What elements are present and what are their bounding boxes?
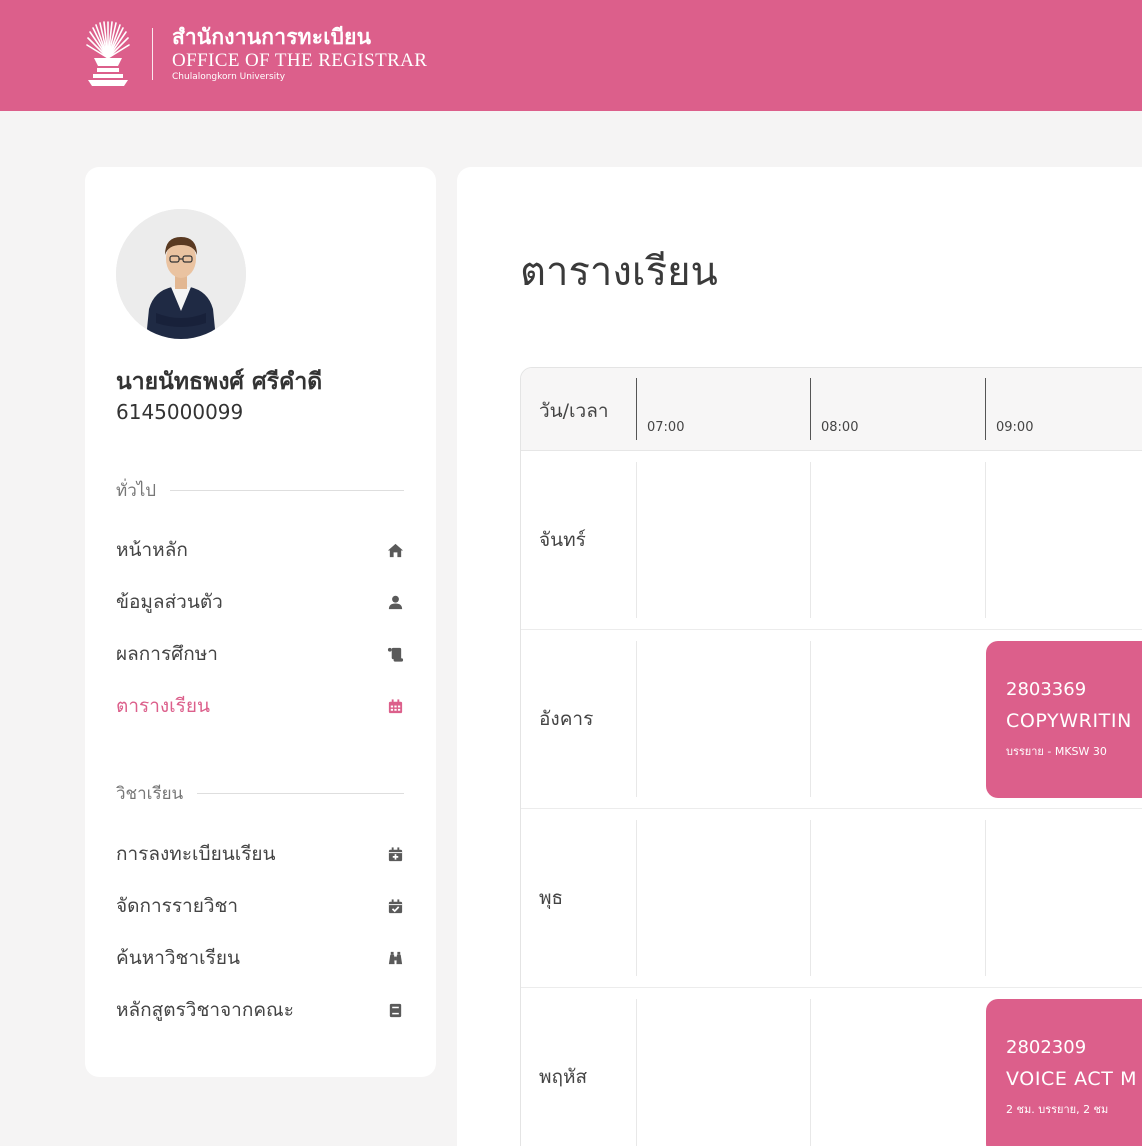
calendar-plus-icon bbox=[386, 845, 404, 863]
course-block[interactable]: 2802309 VOICE ACT M 2 ชม. บรรยาย, 2 ชม bbox=[986, 999, 1142, 1146]
grid-line bbox=[636, 999, 637, 1146]
hour-label: 08:00 bbox=[821, 420, 859, 435]
nav-item-label: การลงทะเบียนเรียน bbox=[116, 843, 276, 865]
day-label: พฤหัส bbox=[539, 1066, 588, 1088]
brand-university: Chulalongkorn University bbox=[172, 71, 286, 82]
calendar-icon bbox=[386, 697, 404, 715]
book-icon bbox=[386, 1001, 404, 1019]
binoculars-icon bbox=[386, 949, 404, 967]
day-label: อังคาร bbox=[539, 708, 594, 730]
nav-item-profile[interactable]: ข้อมูลส่วนตัว bbox=[116, 587, 404, 617]
section-heading-general: ทั่วไป bbox=[116, 477, 404, 504]
grid-line bbox=[810, 820, 811, 976]
nav-item-label: หน้าหลัก bbox=[116, 539, 188, 561]
section-heading-general-label: ทั่วไป bbox=[116, 481, 157, 501]
section-heading-courses-label: วิชาเรียน bbox=[116, 784, 184, 804]
grid-line bbox=[810, 462, 811, 618]
brand-separator bbox=[152, 28, 153, 80]
timetable-row-wednesday: พุธ bbox=[521, 809, 1142, 988]
main-card: ตารางเรียน วัน/เวลา 07:00 08:00 09:00 จั… bbox=[457, 167, 1142, 1146]
nav-item-grades[interactable]: ผลการศึกษา bbox=[116, 639, 404, 669]
avatar bbox=[116, 209, 246, 339]
course-name: VOICE ACT M bbox=[1006, 1068, 1138, 1090]
profile-name: นายนัทธพงศ์ ศรีคำดี bbox=[116, 369, 323, 395]
grid-line bbox=[810, 999, 811, 1146]
nav-item-search-courses[interactable]: ค้นหาวิชาเรียน bbox=[116, 943, 404, 973]
nav-item-label: ตารางเรียน bbox=[116, 695, 210, 717]
nav-item-label: ผลการศึกษา bbox=[116, 643, 218, 665]
calendar-check-icon bbox=[386, 897, 404, 915]
page-title: ตารางเรียน bbox=[520, 249, 718, 295]
timetable-row-monday: จันทร์ bbox=[521, 451, 1142, 630]
chula-emblem-logo bbox=[86, 21, 130, 86]
nav-item-faculty-curriculum[interactable]: หลักสูตรวิชาจากคณะ bbox=[116, 995, 404, 1025]
home-icon bbox=[386, 541, 404, 559]
brand-title-thai: สำนักงานการทะเบียน bbox=[172, 24, 372, 49]
hour-label: 09:00 bbox=[996, 420, 1034, 435]
course-block[interactable]: 2803369 COPYWRITIN บรรยาย - MKSW 30 bbox=[986, 641, 1142, 798]
course-info: บรรยาย - MKSW 30 bbox=[1006, 745, 1107, 758]
brand-text: สำนักงานการทะเบียน OFFICE OF THE REGISTR… bbox=[172, 24, 428, 82]
brand[interactable]: สำนักงานการทะเบียน OFFICE OF THE REGISTR… bbox=[84, 18, 427, 90]
timetable-corner-label: วัน/เวลา bbox=[539, 400, 609, 422]
timetable-row-tuesday: อังคาร 2803369 COPYWRITIN บรรยาย - MKSW … bbox=[521, 630, 1142, 809]
nav-item-label: หลักสูตรวิชาจากคณะ bbox=[116, 999, 294, 1021]
section-heading-courses: วิชาเรียน bbox=[116, 780, 404, 807]
nav-item-timetable[interactable]: ตารางเรียน bbox=[116, 691, 404, 721]
sidebar: นายนัทธพงศ์ ศรีคำดี 6145000099 ทั่วไป หน… bbox=[85, 167, 436, 1077]
user-icon bbox=[386, 593, 404, 611]
course-info: 2 ชม. บรรยาย, 2 ชม bbox=[1006, 1103, 1109, 1116]
timetable: วัน/เวลา 07:00 08:00 09:00 จันทร์ อังคาร bbox=[520, 367, 1142, 1146]
course-code: 2803369 bbox=[1006, 679, 1087, 700]
grid-line bbox=[636, 641, 637, 797]
grid-line bbox=[636, 462, 637, 618]
hour-marker: 08:00 bbox=[810, 378, 858, 440]
nav-item-label: ข้อมูลส่วนตัว bbox=[116, 591, 223, 613]
day-label: พุธ bbox=[539, 887, 564, 909]
course-name: COPYWRITIN bbox=[1006, 710, 1132, 732]
nav-item-label: จัดการรายวิชา bbox=[116, 895, 239, 917]
timetable-header: วัน/เวลา 07:00 08:00 09:00 bbox=[521, 368, 1142, 451]
divider bbox=[197, 793, 404, 794]
divider bbox=[170, 490, 404, 491]
nav-item-manage-courses[interactable]: จัดการรายวิชา bbox=[116, 891, 404, 921]
nav-item-registration[interactable]: การลงทะเบียนเรียน bbox=[116, 839, 404, 869]
student-id: 6145000099 bbox=[116, 400, 244, 424]
top-bar: สำนักงานการทะเบียน OFFICE OF THE REGISTR… bbox=[0, 0, 1142, 111]
hour-marker: 09:00 bbox=[985, 378, 1033, 440]
grid-line bbox=[636, 820, 637, 976]
nav-item-home[interactable]: หน้าหลัก bbox=[116, 535, 404, 565]
day-label: จันทร์ bbox=[539, 529, 586, 551]
grid-line bbox=[985, 462, 986, 618]
grid-line bbox=[985, 820, 986, 976]
grid-line bbox=[810, 641, 811, 797]
nav-item-label: ค้นหาวิชาเรียน bbox=[116, 947, 240, 969]
course-code: 2802309 bbox=[1006, 1037, 1087, 1058]
timetable-row-thursday: พฤหัส 2802309 VOICE ACT M 2 ชม. บรรยาย, … bbox=[521, 988, 1142, 1146]
brand-title-english: OFFICE OF THE REGISTRAR bbox=[172, 49, 428, 71]
hour-label: 07:00 bbox=[647, 420, 685, 435]
scroll-icon bbox=[386, 645, 404, 663]
hour-marker: 07:00 bbox=[636, 378, 684, 440]
